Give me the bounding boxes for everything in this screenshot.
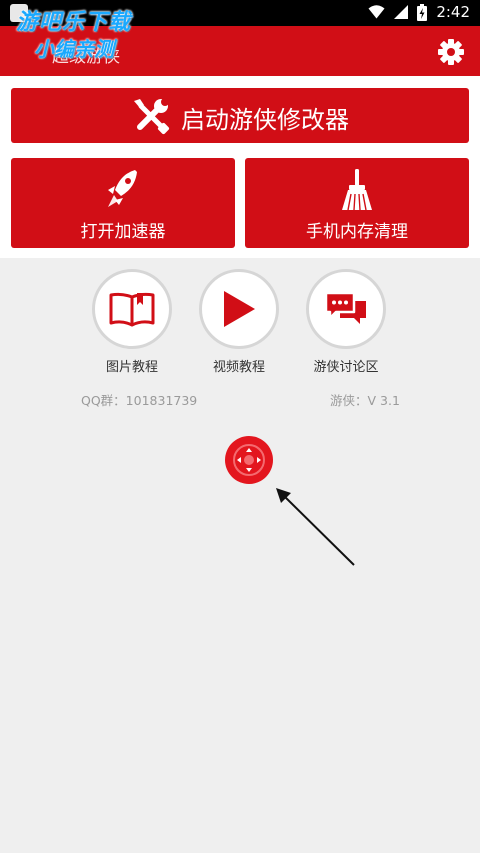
accelerator-label: 打开加速器 [80, 222, 166, 242]
wifi-icon [368, 5, 385, 19]
picture-tutorial-label: 图片教程 [105, 360, 158, 375]
watermark-line2: 小编亲测 [34, 37, 114, 61]
discussion-button[interactable] [306, 269, 386, 349]
rocket-icon [108, 170, 137, 207]
accelerator-button[interactable]: 打开加速器 [11, 158, 235, 248]
launch-modifier-label: 启动游侠修改器 [181, 106, 349, 134]
qq-group-text: QQ群：101831739 [81, 393, 198, 408]
memory-clean-button[interactable]: 手机内存清理 [245, 158, 469, 248]
tools-icon [134, 98, 170, 135]
picture-tutorial-button[interactable] [92, 269, 172, 349]
signal-icon [394, 5, 409, 19]
broom-icon [342, 169, 372, 211]
chat-icon [324, 291, 366, 324]
floating-control-button[interactable] [225, 436, 273, 484]
video-tutorial-label: 视频教程 [212, 360, 265, 375]
watermark-line1: 游吧乐下载 [16, 10, 132, 35]
watermark: 游吧乐下载 小编亲测 [16, 10, 166, 62]
gear-icon[interactable] [437, 38, 465, 66]
battery-icon [417, 3, 428, 21]
discussion-label: 游侠讨论区 [313, 360, 379, 375]
book-icon [109, 292, 155, 327]
memory-clean-label: 手机内存清理 [306, 222, 408, 242]
annotation-arrow [276, 488, 355, 566]
video-tutorial-button[interactable] [199, 269, 279, 349]
launch-modifier-button[interactable]: 启动游侠修改器 [11, 88, 469, 143]
dpad-icon [233, 444, 265, 476]
version-text: 游侠：V 3.1 [330, 393, 400, 408]
status-time: 2:42 [436, 3, 470, 21]
play-icon [224, 291, 255, 327]
